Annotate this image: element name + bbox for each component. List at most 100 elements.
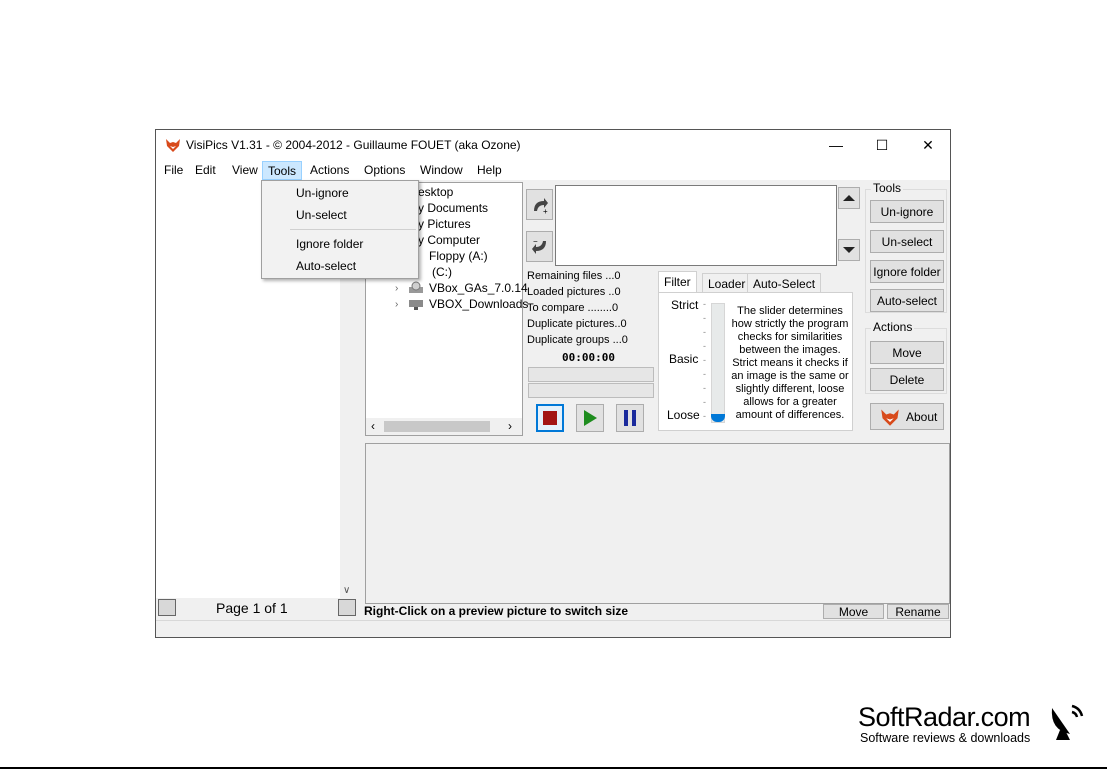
preview-area[interactable] xyxy=(365,443,950,604)
watermark-title: SoftRadar.com xyxy=(858,702,1031,732)
to-compare: To compare ........0 xyxy=(527,302,619,314)
duplicate-groups: Duplicate groups ...0 xyxy=(527,334,628,346)
menu-bar: File Edit View Tools Actions Options Win… xyxy=(156,160,950,180)
folder-list[interactable] xyxy=(555,185,837,266)
menu-view[interactable]: View xyxy=(227,161,263,180)
level-strict: Strict xyxy=(671,298,699,312)
tree-expander-icon[interactable]: › xyxy=(395,283,398,294)
select-all-icon[interactable] xyxy=(158,599,176,616)
stop-icon xyxy=(543,411,557,425)
window-title: VisiPics V1.31 - © 2004-2012 - Guillaume… xyxy=(186,138,521,152)
tree-item-floppy[interactable]: Floppy (A:) xyxy=(429,249,488,263)
add-folder-arrow-icon: + xyxy=(533,197,548,215)
close-button[interactable]: ✕ xyxy=(905,130,951,160)
duplicate-pictures: Duplicate pictures..0 xyxy=(527,318,627,330)
satellite-dish-icon xyxy=(1051,704,1084,740)
title-bar: VisiPics V1.31 - © 2004-2012 - Guillaume… xyxy=(156,130,950,160)
app-fox-icon xyxy=(166,139,180,152)
filter-slider[interactable] xyxy=(711,303,725,423)
tree-item-pictures[interactable]: y Pictures xyxy=(418,217,471,231)
page-indicator: Page 1 of 1 xyxy=(216,600,288,616)
tree-item-desktop[interactable]: esktop xyxy=(418,185,453,199)
slider-tick: - xyxy=(703,341,706,351)
slider-tick: - xyxy=(703,369,706,379)
pause-icon xyxy=(624,410,636,426)
progress-bar-1 xyxy=(528,367,654,382)
maximize-button[interactable]: ☐ xyxy=(859,130,905,160)
menu-item-un-select[interactable]: Un-select xyxy=(296,208,347,222)
svg-text:+: + xyxy=(543,207,548,215)
page-nav-icon[interactable] xyxy=(338,599,356,616)
slider-tick: - xyxy=(703,313,706,323)
tree-item-vbox-downloads[interactable]: VBOX_Downloads xyxy=(429,297,528,311)
ignore-folder-button[interactable]: Ignore folder xyxy=(870,260,944,283)
delete-button[interactable]: Delete xyxy=(870,368,944,391)
auto-select-button[interactable]: Auto-select xyxy=(870,289,944,312)
slider-tick: - xyxy=(703,397,706,407)
tab-auto-select[interactable]: Auto-Select xyxy=(747,273,822,293)
slider-tick: - xyxy=(703,327,706,337)
page-bar: Page 1 of 1 xyxy=(156,598,358,618)
about-button[interactable]: About xyxy=(870,403,944,430)
add-to-list-button[interactable] xyxy=(838,187,860,209)
move-button[interactable]: Move xyxy=(870,341,944,364)
scroll-down-arrow-icon[interactable]: ∨ xyxy=(343,585,350,596)
level-basic: Basic xyxy=(669,352,699,366)
tree-item-computer[interactable]: y Computer xyxy=(418,233,480,247)
menu-item-auto-select[interactable]: Auto-select xyxy=(296,259,356,273)
un-select-button[interactable]: Un-select xyxy=(870,230,944,253)
filter-description: The slider determines how strictly the p… xyxy=(731,305,849,421)
about-label: About xyxy=(906,409,938,424)
menu-help[interactable]: Help xyxy=(472,161,507,180)
remove-folder-arrow-icon: − xyxy=(531,237,546,254)
scroll-thumb[interactable] xyxy=(384,421,490,432)
tree-item-vbox-gas[interactable]: VBox_GAs_7.0.14 xyxy=(429,281,528,295)
scroll-right-icon[interactable]: › xyxy=(508,419,512,433)
tree-horizontal-scrollbar[interactable]: ‹ › xyxy=(366,418,522,435)
menu-tools[interactable]: Tools xyxy=(262,161,303,180)
actions-group-label: Actions xyxy=(871,320,915,334)
cd-drive-icon xyxy=(409,281,423,293)
slider-tick: - xyxy=(703,355,706,365)
scroll-left-icon[interactable]: ‹ xyxy=(371,419,375,433)
svg-text:−: − xyxy=(533,237,538,246)
window-status-strip xyxy=(156,620,950,637)
menu-item-ignore-folder[interactable]: Ignore folder xyxy=(296,237,363,251)
menu-item-un-ignore[interactable]: Un-ignore xyxy=(296,186,349,200)
menu-separator xyxy=(290,229,416,230)
minimize-button[interactable]: — xyxy=(813,130,859,160)
status-move-button[interactable]: Move xyxy=(823,604,884,619)
remove-folder-button[interactable]: − xyxy=(526,231,553,262)
tab-filter[interactable]: Filter xyxy=(658,271,697,292)
tools-dropdown-menu: Un-ignore Un-select Ignore folder Auto-s… xyxy=(261,180,419,279)
add-folder-button[interactable]: + xyxy=(526,189,553,220)
tree-expander-icon[interactable]: › xyxy=(395,299,398,310)
menu-options[interactable]: Options xyxy=(359,161,410,180)
menu-window[interactable]: Window xyxy=(415,161,468,180)
stop-button[interactable] xyxy=(536,404,564,432)
remove-from-list-button[interactable] xyxy=(838,239,860,261)
pause-button[interactable] xyxy=(616,404,644,432)
filter-panel: Strict Basic Loose - - - - - - - - - The… xyxy=(658,292,853,431)
level-loose: Loose xyxy=(667,408,700,422)
remaining-files: Remaining files ...0 xyxy=(527,270,621,282)
un-ignore-button[interactable]: Un-ignore xyxy=(870,200,944,223)
start-button[interactable] xyxy=(576,404,604,432)
watermark-subtitle: Software reviews & downloads xyxy=(860,731,1031,745)
menu-edit[interactable]: Edit xyxy=(190,161,221,180)
slider-tick: - xyxy=(703,411,706,421)
slider-tick: - xyxy=(703,383,706,393)
tree-item-c-drive[interactable]: (C:) xyxy=(432,265,452,279)
menu-actions[interactable]: Actions xyxy=(305,161,354,180)
tab-loader[interactable]: Loader xyxy=(702,273,752,293)
network-drive-icon xyxy=(409,300,423,310)
play-icon xyxy=(584,410,597,426)
tree-item-documents[interactable]: y Documents xyxy=(418,201,488,215)
loaded-pictures: Loaded pictures ..0 xyxy=(527,286,621,298)
elapsed-timer: 00:00:00 xyxy=(562,351,615,364)
status-bar: Right-Click on a preview picture to swit… xyxy=(364,604,950,620)
menu-file[interactable]: File xyxy=(159,161,188,180)
progress-bar-2 xyxy=(528,383,654,398)
status-rename-button[interactable]: Rename xyxy=(887,604,949,619)
tools-group-label: Tools xyxy=(871,181,904,195)
